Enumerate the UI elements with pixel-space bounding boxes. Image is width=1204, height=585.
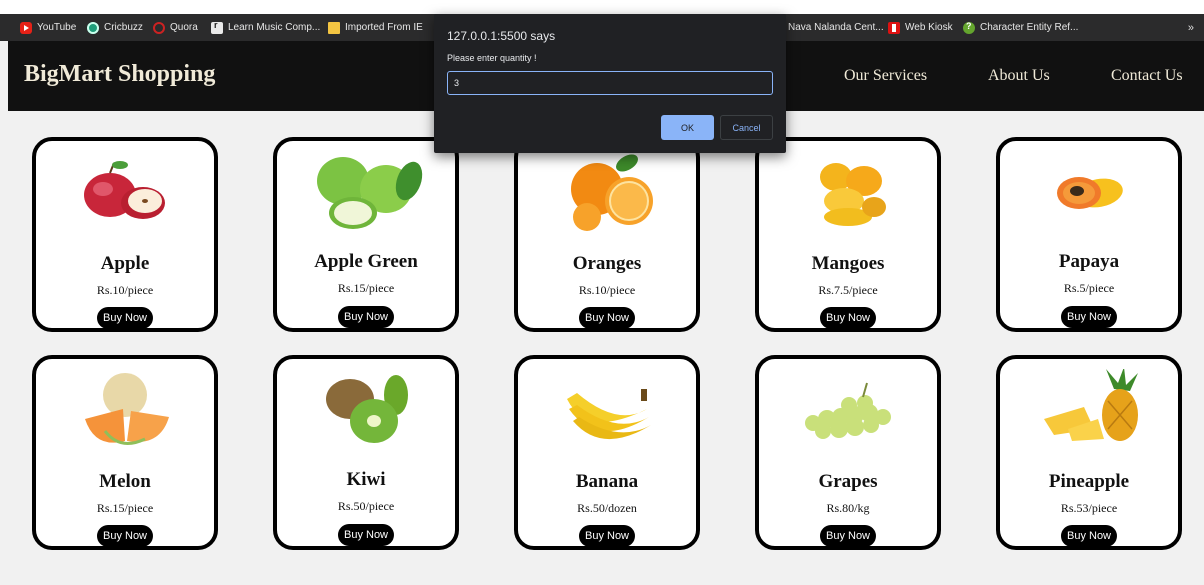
bookmark-learn-music[interactable]: Learn Music Comp... [211,14,320,41]
product-name: Apple Green [314,251,418,272]
buy-now-button[interactable]: Buy Now [1060,525,1118,547]
product-name: Pineapple [1048,471,1130,492]
product-price: Rs.10/piece [96,283,154,297]
melon-image [36,369,214,449]
product-name: Grapes [818,471,878,492]
bookmark-label: Cricbuzz [104,22,143,33]
product-price: Rs.7.5/piece [818,283,878,297]
quantity-input[interactable] [447,71,773,95]
product-name: Apple [100,253,150,274]
buy-now-button[interactable]: Buy Now [578,307,636,329]
nav-about-us[interactable]: About Us [988,67,1050,85]
kiwi-image [277,369,455,449]
product-price: Rs.50/dozen [577,501,637,515]
bookmark-nava-nalanda[interactable]: Nava Nalanda Cent... [788,14,884,41]
nav-our-services[interactable]: Our Services [844,67,927,85]
bookmark-label: Imported From IE [345,22,423,33]
bookmarks-overflow-button[interactable]: » [1188,14,1194,41]
orange-image [518,151,696,231]
product-name: Melon [99,471,151,492]
character-entity-icon [963,21,975,34]
product-price: Rs.80/kg [826,501,870,515]
product-card-kiwi: Kiwi Rs.50/piece Buy Now [273,355,459,550]
product-card-grapes: Grapes Rs.80/kg Buy Now [755,355,941,550]
buy-now-button[interactable]: Buy Now [578,525,636,547]
product-card-apple: Apple Rs.10/piece Buy Now [32,137,218,332]
buy-now-button[interactable]: Buy Now [96,525,154,547]
nav-contact-us[interactable]: Contact Us [1111,67,1183,85]
product-price: Rs.15/piece [337,281,395,295]
bookmark-imported-from-ie[interactable]: Imported From IE [328,14,423,41]
pineapple-image [1000,369,1178,449]
mango-image [759,151,937,231]
product-card-apple-green: Apple Green Rs.15/piece Buy Now [273,137,459,332]
bookmark-cricbuzz[interactable]: Cricbuzz [87,14,143,41]
top-strip [0,0,1204,14]
grapes-image [759,369,937,449]
product-card-papaya: Papaya Rs.5/piece Buy Now [996,137,1182,332]
buy-now-button[interactable]: Buy Now [96,307,154,329]
product-card-pineapple: Pineapple Rs.53/piece Buy Now [996,355,1182,550]
papaya-image [1000,151,1178,231]
folder-icon [328,21,340,34]
buy-now-button[interactable]: Buy Now [1060,306,1118,328]
buy-now-button[interactable]: Buy Now [819,525,877,547]
bookmark-character-entity[interactable]: Character Entity Ref... [963,14,1078,41]
buy-now-button[interactable]: Buy Now [819,307,877,329]
product-card-melon: Melon Rs.15/piece Buy Now [32,355,218,550]
product-name: Oranges [572,253,642,274]
product-card-oranges: Oranges Rs.10/piece Buy Now [514,137,700,332]
product-name: Mangoes [811,253,885,274]
product-card-banana: Banana Rs.50/dozen Buy Now [514,355,700,550]
apple-image [36,151,214,231]
bookmark-label: Quora [170,22,198,33]
product-name: Banana [575,471,639,492]
product-name: Papaya [1058,251,1120,272]
product-card-mangoes: Mangoes Rs.7.5/piece Buy Now [755,137,941,332]
site-brand[interactable]: BigMart Shopping [24,61,215,88]
bookmark-youtube[interactable]: YouTube [20,14,76,41]
cricbuzz-icon [87,21,99,34]
product-price: Rs.10/piece [578,283,636,297]
buy-now-button[interactable]: Buy Now [337,524,395,546]
bookmark-label: Character Entity Ref... [980,22,1079,33]
product-name: Kiwi [346,469,386,490]
bookmark-label: YouTube [37,22,77,33]
product-price: Rs.53/piece [1060,501,1118,515]
cancel-button[interactable]: Cancel [720,115,773,140]
bookmark-web-kiosk[interactable]: Web Kiosk [888,14,953,41]
product-price: Rs.5/piece [1063,281,1115,295]
banana-image [518,369,696,449]
web-kiosk-icon [888,21,900,34]
buy-now-button[interactable]: Buy Now [337,306,395,328]
product-price: Rs.50/piece [337,499,395,513]
product-price: Rs.15/piece [96,501,154,515]
youtube-icon [20,21,32,34]
bookmark-label: Nava Nalanda Cent... [788,22,884,33]
prompt-dialog: 127.0.0.1:5500 says Please enter quantit… [434,14,786,153]
bookmark-quora[interactable]: Quora [153,14,198,41]
dialog-title: 127.0.0.1:5500 says [447,29,556,43]
green-apple-image [277,151,455,231]
bookmark-label: Web Kiosk [905,22,953,33]
music-app-icon [211,20,223,34]
bookmark-label: Learn Music Comp... [228,22,321,33]
ok-button[interactable]: OK [661,115,714,140]
dialog-message: Please enter quantity ! [447,53,537,63]
quora-icon [153,21,165,34]
